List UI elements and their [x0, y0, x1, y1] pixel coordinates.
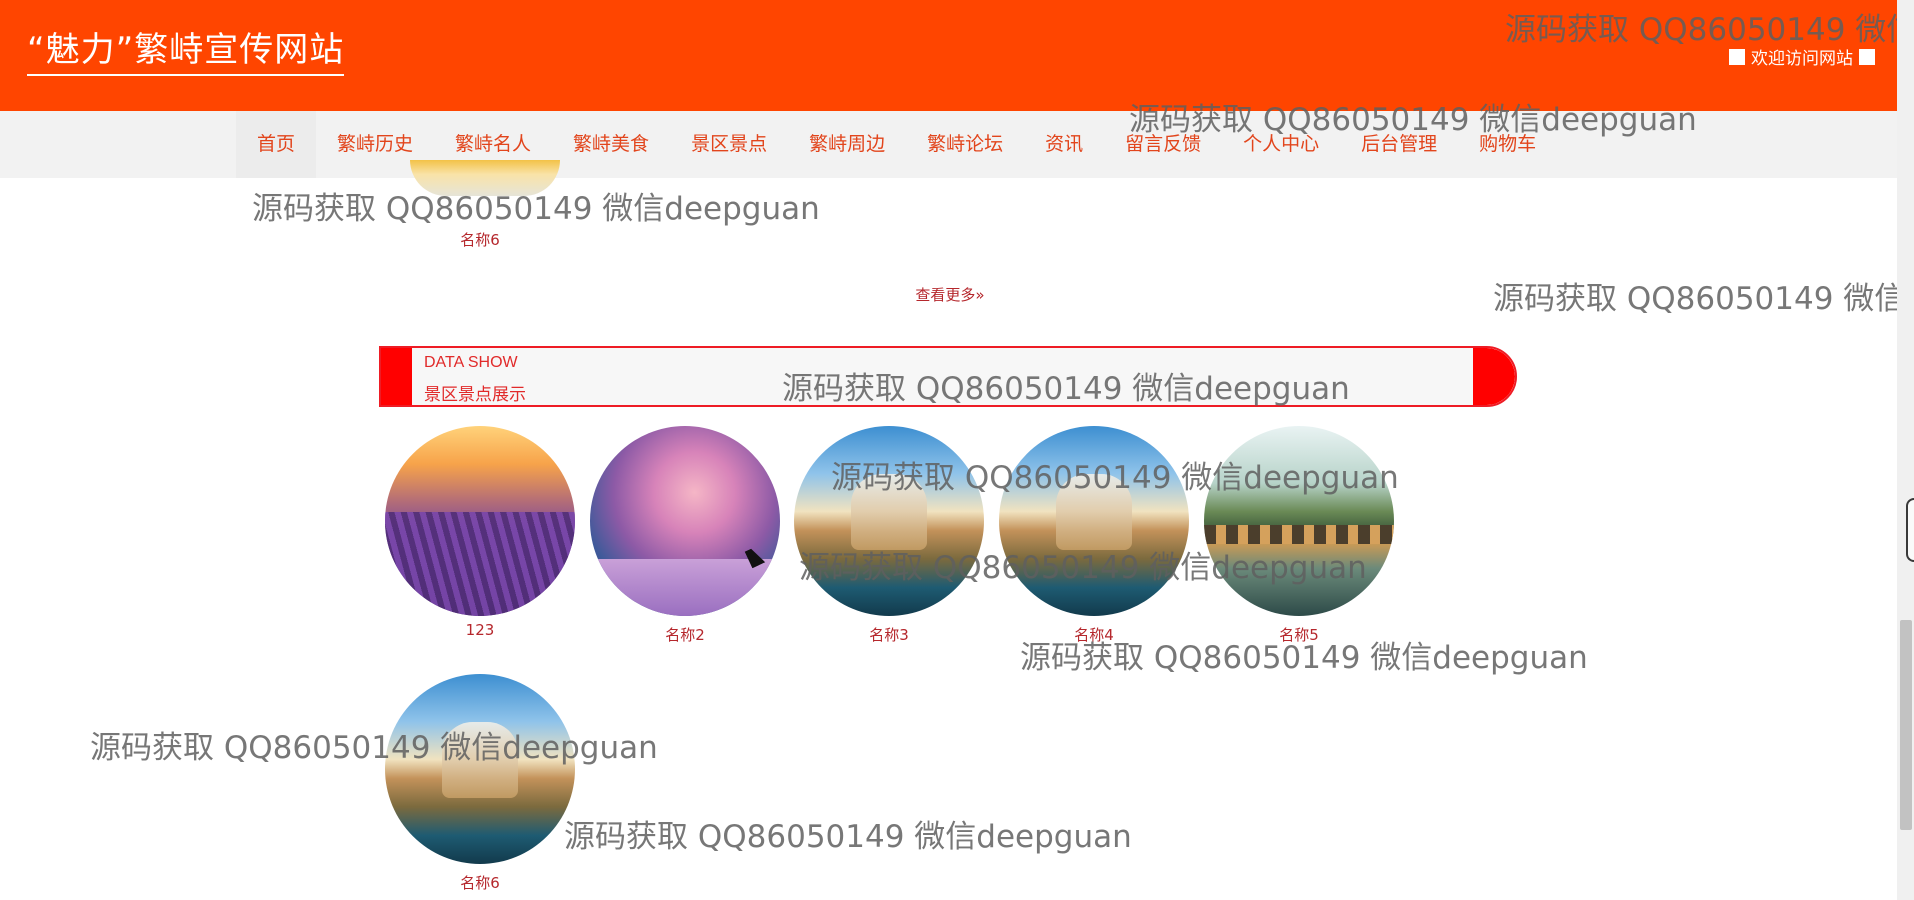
nav-item-news[interactable]: 资讯	[1024, 111, 1104, 178]
view-more-link[interactable]: 查看更多»	[880, 284, 1020, 305]
main-nav: 首页 繁峙历史 繁峙名人 繁峙美食 景区景点 繁峙周边 繁峙论坛 资讯 留言反馈…	[0, 111, 1897, 178]
scrollbar-thumb[interactable]	[1900, 620, 1912, 830]
watermark-text: 源码获取 QQ86050149 微信deepguan	[564, 819, 1132, 855]
nav-item-profile[interactable]: 个人中心	[1222, 111, 1340, 178]
food-item-image[interactable]	[410, 160, 560, 196]
scenic-spot-label[interactable]: 名称3	[794, 624, 984, 645]
section-title-cn: 景区景点展示	[424, 385, 526, 405]
page-scrollbar[interactable]	[1897, 0, 1914, 900]
nav-item-surroundings[interactable]: 繁峙周边	[788, 111, 906, 178]
scenic-spot-label[interactable]: 名称4	[999, 624, 1189, 645]
scenic-spot-image[interactable]	[1204, 426, 1394, 616]
welcome-text: 欢迎访问网站	[1751, 49, 1853, 69]
scenic-spot-label[interactable]: 名称5	[1204, 624, 1394, 645]
nav-item-admin[interactable]: 后台管理	[1340, 111, 1458, 178]
banner-accent-left	[381, 348, 412, 405]
scenic-spot-image[interactable]	[590, 426, 780, 616]
scenic-spot-image[interactable]	[385, 674, 575, 864]
nav-item-scenic-spots[interactable]: 景区景点	[670, 111, 788, 178]
nav-item-food[interactable]: 繁峙美食	[552, 111, 670, 178]
side-float-tab[interactable]	[1906, 498, 1914, 562]
section-title-en: DATA SHOW	[424, 354, 518, 371]
scenic-spot-label[interactable]: 名称2	[590, 624, 780, 645]
square-icon	[1729, 48, 1745, 65]
square-icon	[1859, 48, 1875, 65]
food-item-label[interactable]: 名称6	[400, 229, 560, 250]
site-title[interactable]: “魅力”繁峙宣传网站	[27, 30, 345, 76]
nav-item-feedback[interactable]: 留言反馈	[1104, 111, 1222, 178]
nav-item-cart[interactable]: 购物车	[1458, 111, 1557, 178]
section-banner: DATA SHOW 景区景点展示	[379, 346, 1517, 407]
watermark-text: 源码获取 QQ86050149 微信de	[1493, 281, 1897, 317]
nav-item-forum[interactable]: 繁峙论坛	[906, 111, 1024, 178]
scenic-spot-image[interactable]	[385, 426, 575, 616]
banner-accent-right	[1473, 348, 1515, 405]
scenic-spot-label[interactable]: 123	[385, 621, 575, 639]
site-header: “魅力”繁峙宣传网站 欢迎访问网站	[0, 0, 1897, 111]
scenic-spot-label[interactable]: 名称6	[385, 872, 575, 893]
scenic-spot-image[interactable]	[794, 426, 984, 616]
welcome-bar: 欢迎访问网站	[1729, 44, 1875, 69]
nav-item-home[interactable]: 首页	[236, 111, 317, 178]
scenic-spot-image[interactable]	[999, 426, 1189, 616]
